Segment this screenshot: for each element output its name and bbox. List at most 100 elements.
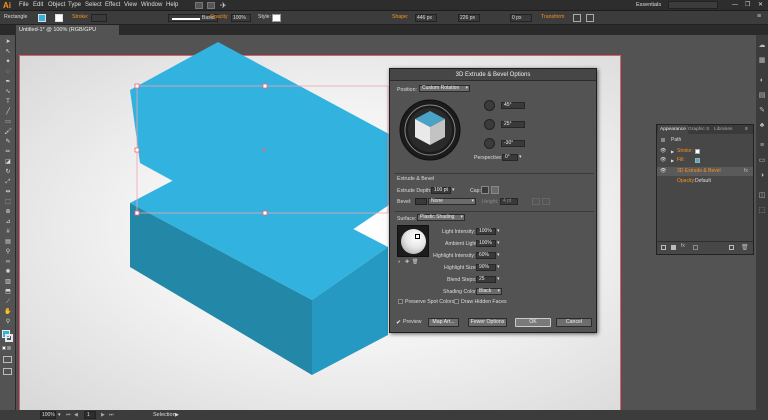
color-panel-icon[interactable]: ◐ — [756, 75, 768, 87]
move-light-back-icon[interactable]: ◐ — [398, 259, 401, 265]
direct-selection-tool-icon[interactable]: ↖ — [3, 48, 13, 56]
control-bar-menu-icon[interactable]: ≡ — [757, 13, 761, 20]
menu-file[interactable]: File — [19, 0, 29, 11]
rotation-z-field[interactable]: -30° — [501, 140, 525, 147]
hand-tool-icon[interactable]: ✋ — [3, 308, 13, 316]
type-tool-icon[interactable]: T — [3, 98, 13, 106]
effect-row-label[interactable]: 3D Extrude & Bevel — [677, 167, 721, 176]
artboard-number-field[interactable]: 1 — [84, 411, 96, 419]
align-icon[interactable] — [573, 14, 581, 22]
menu-edit[interactable]: Edit — [33, 0, 43, 11]
draw-mode-icon[interactable] — [3, 356, 12, 363]
width-tool-icon[interactable]: ⇹ — [3, 188, 13, 196]
expand-arrow-icon[interactable]: ▶ — [671, 147, 674, 156]
delete-light-icon[interactable]: 🗑 — [412, 259, 418, 265]
tab-graphic-styles[interactable]: Graphic S — [686, 125, 711, 134]
rotation-y-field[interactable]: 25° — [501, 121, 525, 128]
bevel-in-icon[interactable] — [542, 198, 550, 205]
pencil-tool-icon[interactable]: ✏ — [3, 148, 13, 156]
menu-view[interactable]: View — [124, 0, 137, 11]
corner-radius-field[interactable]: 0 px — [510, 14, 532, 22]
transparency-panel-icon[interactable]: ◑ — [756, 170, 768, 182]
z-axis-rotation-icon[interactable] — [484, 138, 495, 149]
search-field[interactable] — [668, 1, 718, 9]
blend-steps-field[interactable]: 25 — [476, 276, 496, 283]
handle-top-middle[interactable] — [262, 83, 268, 89]
stroke-swatch[interactable] — [55, 14, 63, 22]
blend-steps-dropdown-icon[interactable]: ▾ — [497, 276, 500, 282]
symbols-panel-icon[interactable]: ♣ — [756, 120, 768, 132]
arrange-documents-icon[interactable] — [207, 2, 215, 9]
menu-select[interactable]: Select — [85, 0, 102, 11]
position-dropdown[interactable]: Custom Rotation — [419, 85, 470, 92]
minimize-button[interactable]: — — [732, 0, 738, 11]
status-menu-icon[interactable]: ▶ — [175, 410, 179, 420]
cancel-button[interactable]: Cancel — [556, 318, 592, 327]
track-cube[interactable] — [399, 99, 461, 161]
rotation-x-field[interactable]: 45° — [501, 102, 525, 109]
stroke-panel-icon[interactable]: ≡ — [756, 140, 768, 152]
draw-hidden-faces-checkbox[interactable] — [454, 299, 459, 304]
rotate-tool-icon[interactable]: ↻ — [3, 168, 13, 176]
color-mode-icon[interactable] — [2, 346, 6, 350]
clear-appearance-icon[interactable] — [693, 245, 698, 250]
appearance-row-stroke[interactable]: 👁 ▶ Stroke: — [657, 147, 753, 156]
appearance-row-3d-effect[interactable]: 👁 3D Extrude & Bevel fx — [657, 167, 753, 176]
menu-type[interactable]: Type — [68, 0, 81, 11]
artboard-tool-icon[interactable]: ⬒ — [3, 288, 13, 296]
menu-help[interactable]: Help — [166, 0, 178, 11]
document-tab[interactable]: Untitled-1* @ 100% (RGB/GPU Preview) × — [16, 25, 119, 43]
shape-label[interactable]: Shape: — [392, 13, 408, 22]
ok-button[interactable]: OK — [515, 318, 551, 327]
handle-bottom-middle[interactable] — [262, 210, 268, 216]
appearance-row-fill[interactable]: 👁 ▶ Fill: — [657, 156, 753, 165]
light-intensity-dropdown-icon[interactable]: ▾ — [497, 228, 500, 234]
free-transform-tool-icon[interactable]: ⬚ — [3, 198, 13, 206]
dialog-title[interactable]: 3D Extrude & Bevel Options — [390, 69, 596, 81]
opacity-row-label[interactable]: Opacity: — [677, 177, 695, 186]
bevel-out-icon[interactable] — [532, 198, 540, 205]
add-stroke-icon[interactable] — [661, 245, 666, 250]
close-window-button[interactable]: ✕ — [758, 0, 763, 11]
surface-dropdown[interactable]: Plastic Shading — [417, 214, 465, 221]
gradient-mode-icon[interactable] — [7, 346, 11, 350]
shape-width-field[interactable]: 446 px — [415, 14, 437, 22]
lighting-preview[interactable] — [397, 225, 429, 257]
perspective-dropdown-icon[interactable]: ▾ — [519, 154, 522, 160]
tab-libraries[interactable]: Libraries — [712, 125, 734, 134]
publish-icon[interactable]: ✈ — [220, 0, 227, 11]
artboards-panel-icon[interactable]: ⬚ — [756, 205, 768, 217]
screen-mode-icon[interactable] — [3, 368, 12, 375]
visibility-eye-icon[interactable]: 👁 — [660, 147, 666, 156]
handle-middle-left[interactable] — [134, 147, 140, 153]
selection-tool-icon[interactable]: ➤ — [3, 38, 13, 46]
ambient-light-dropdown-icon[interactable]: ▾ — [497, 240, 500, 246]
bevel-dropdown[interactable]: None — [428, 198, 476, 205]
fill-swatch[interactable] — [38, 14, 46, 22]
fx-icon[interactable]: fx — [744, 167, 748, 176]
add-fill-icon[interactable] — [671, 245, 676, 250]
perspective-grid-tool-icon[interactable]: ⊿ — [3, 218, 13, 226]
expand-arrow-icon[interactable]: ▶ — [671, 156, 674, 165]
libraries-panel-icon[interactable]: ☁ — [756, 40, 768, 52]
isolate-icon[interactable] — [586, 14, 594, 22]
previous-artboard-icon[interactable]: ◀ — [74, 410, 78, 420]
opacity-field[interactable]: 100% — [231, 14, 251, 22]
y-axis-rotation-icon[interactable] — [484, 119, 495, 130]
zoom-dropdown-icon[interactable]: ▾ — [58, 410, 61, 420]
shading-color-dropdown[interactable]: Black — [476, 288, 502, 295]
cap-on-icon[interactable] — [481, 186, 489, 194]
gradient-panel-icon[interactable]: ▭ — [756, 155, 768, 167]
extrude-depth-field[interactable]: 100 pt — [431, 187, 451, 194]
first-artboard-icon[interactable]: ⏮ — [66, 410, 71, 420]
stroke-none-swatch[interactable] — [695, 149, 700, 154]
extrude-depth-dropdown-icon[interactable]: ▾ — [452, 187, 455, 193]
transform-label[interactable]: Transform — [541, 13, 564, 22]
brushes-panel-icon[interactable]: ✎ — [756, 105, 768, 117]
visibility-eye-icon[interactable]: 👁 — [660, 156, 666, 165]
magic-wand-tool-icon[interactable]: ✦ — [3, 58, 13, 66]
layers-panel-icon[interactable]: ◫ — [756, 190, 768, 202]
menu-effect[interactable]: Effect — [105, 0, 120, 11]
shape-builder-tool-icon[interactable]: ⊕ — [3, 208, 13, 216]
slice-tool-icon[interactable]: ⟋ — [3, 298, 13, 306]
